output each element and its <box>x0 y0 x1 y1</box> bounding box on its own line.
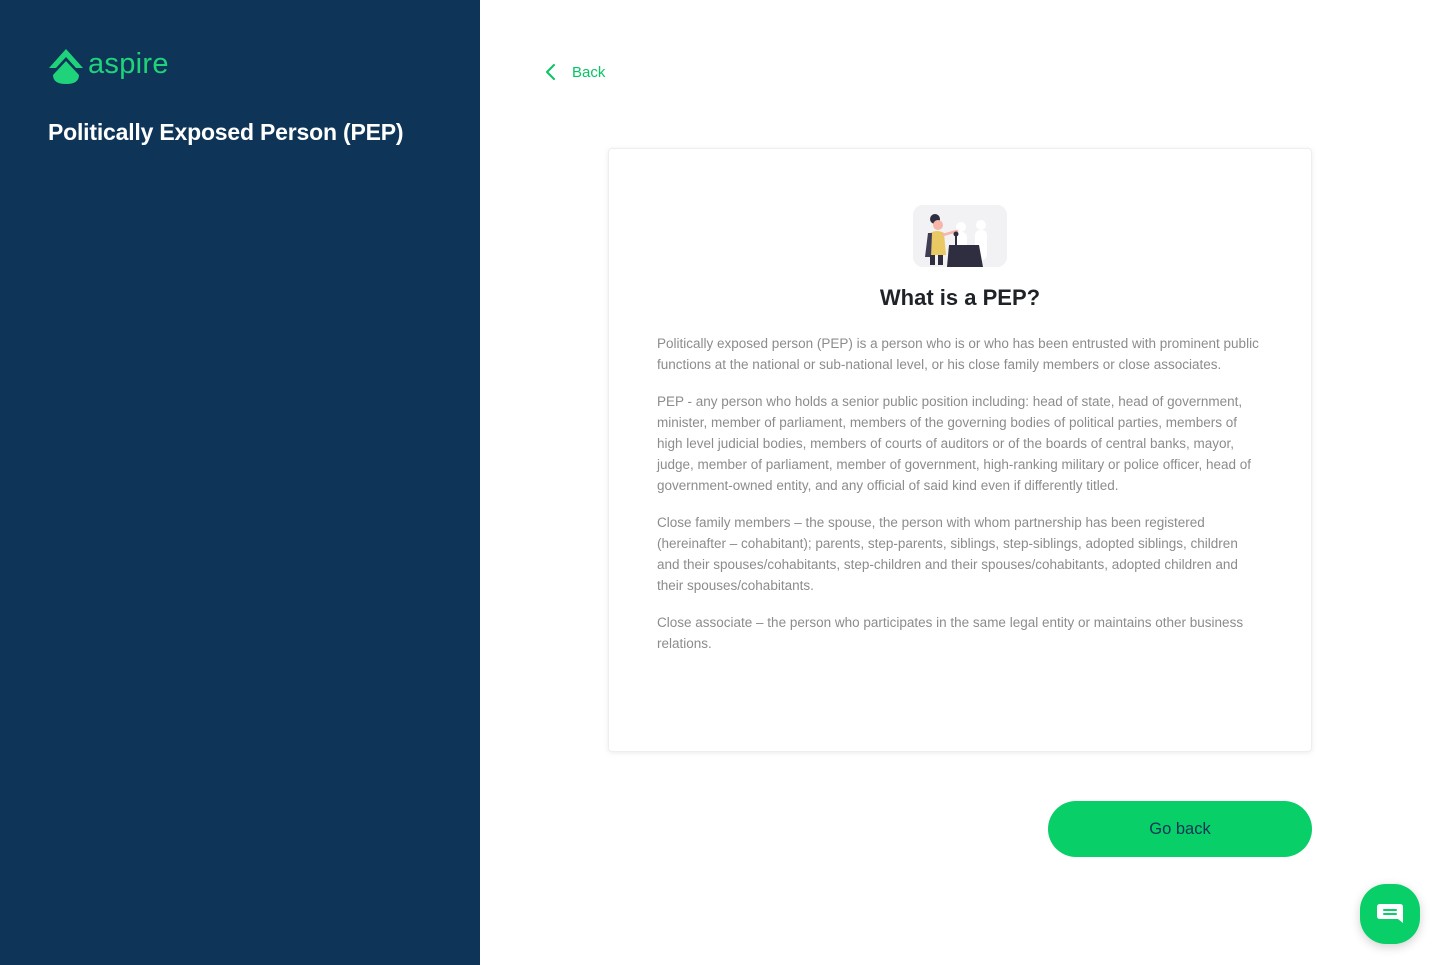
pep-positions-paragraph: PEP - any person who holds a senior publ… <box>657 394 1252 493</box>
aspire-logo[interactable]: aspire <box>48 46 169 86</box>
pep-info-card: What is a PEP? Politically exposed perso… <box>608 148 1312 752</box>
sidebar: aspire Politically Exposed Person (PEP) <box>0 0 480 965</box>
family-members-paragraph: Close family members – the spouse, the p… <box>657 515 1238 593</box>
chevron-left-icon <box>546 64 555 80</box>
chat-bubble-icon <box>1377 904 1403 923</box>
back-link[interactable]: Back <box>540 58 605 86</box>
aspire-logo-icon <box>49 49 83 84</box>
logo-wordmark: aspire <box>88 47 169 80</box>
chat-widget-button[interactable] <box>1360 884 1420 944</box>
back-link-label: Back <box>572 63 606 81</box>
card-title: What is a PEP? <box>879 285 1041 310</box>
card-body: Politically exposed person (PEP) is a pe… <box>657 333 1263 670</box>
page-title: Politically Exposed Person (PEP) <box>48 119 404 145</box>
pep-definition-paragraph: Politically exposed person (PEP) is a pe… <box>657 336 1259 372</box>
go-back-button[interactable]: Go back <box>1048 801 1312 857</box>
close-associate-paragraph: Close associate – the person who partici… <box>657 615 1244 651</box>
pep-speaker-illustration <box>913 205 1007 267</box>
